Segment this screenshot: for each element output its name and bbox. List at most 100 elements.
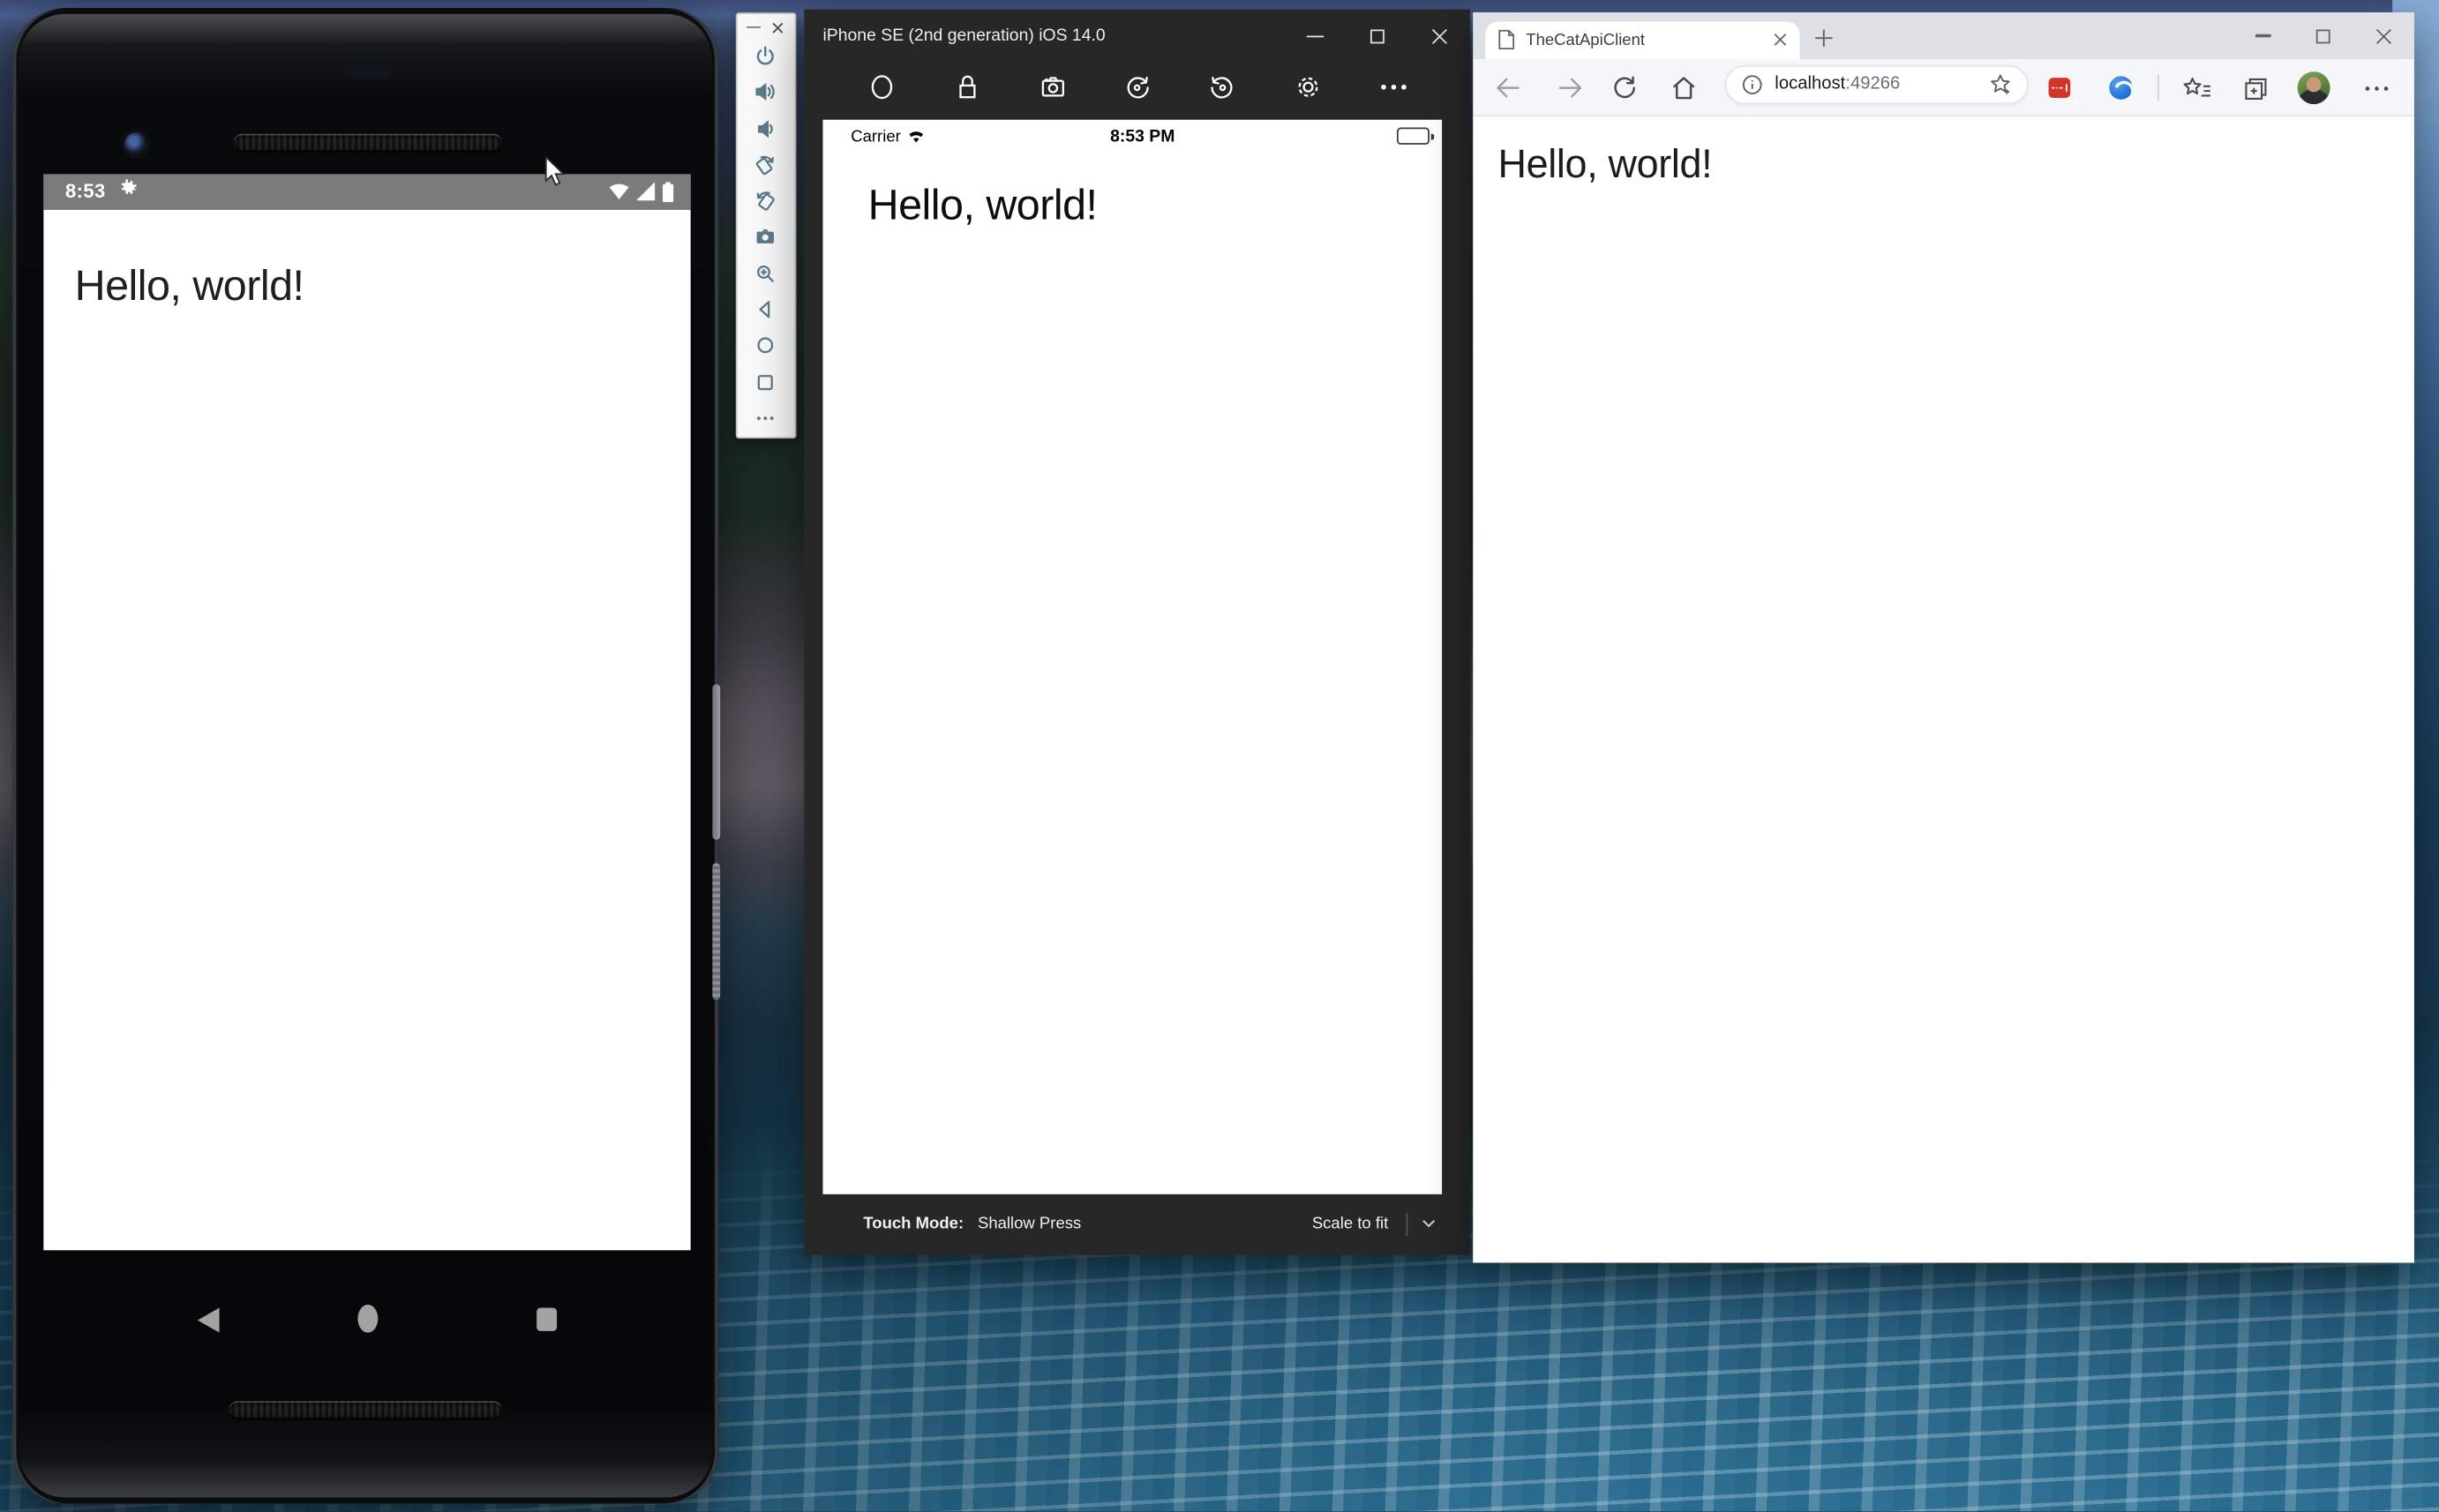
simulator-bottom-bar: Touch Mode: Shallow Press Scale to fit — [804, 1194, 1469, 1254]
screenshot-camera-icon[interactable] — [1035, 70, 1069, 104]
new-tab-button[interactable] — [1807, 22, 1838, 53]
power-icon[interactable] — [754, 45, 777, 67]
ios-clock: 8:53 PM — [1110, 127, 1174, 146]
browser-hello-text: Hello, world! — [1498, 143, 2414, 188]
emulator-close-button[interactable] — [771, 21, 784, 34]
carrier-label: Carrier — [851, 127, 901, 146]
phone-volume-button — [712, 685, 720, 840]
plus-icon — [1812, 27, 1833, 48]
more-icon — [2364, 85, 2389, 91]
page-icon — [1498, 30, 1515, 50]
collections-button[interactable] — [2235, 59, 2276, 116]
lock-icon[interactable] — [950, 70, 985, 104]
rotate-left-icon[interactable] — [1121, 70, 1155, 104]
ios-status-bar: Carrier 8:53 PM — [823, 119, 1443, 146]
settings-more-button[interactable] — [2357, 59, 2398, 116]
browser-minimize-button[interactable] — [2233, 12, 2293, 59]
info-icon[interactable] — [1742, 74, 1762, 94]
desktop: 8:53 Hello, world! — [0, 0, 2439, 1511]
phone-bottom-speaker-grille — [229, 1401, 502, 1419]
browser-toolbar: localhost:49266 1 — [1473, 59, 2413, 116]
android-overview-button[interactable] — [537, 1307, 557, 1330]
android-clock: 8:53 — [65, 181, 106, 203]
more-icon[interactable] — [754, 408, 777, 430]
edge-browser-window: TheCatApiClient — [1473, 12, 2413, 1262]
blue-circle-extension-button[interactable] — [2100, 59, 2141, 116]
refresh-button[interactable] — [1602, 59, 1646, 116]
rotate-right-icon[interactable] — [1205, 70, 1240, 104]
favorites-hub-icon — [2181, 75, 2210, 100]
battery-icon — [1396, 128, 1429, 145]
tab-title: TheCatApiClient — [1526, 31, 1773, 49]
phone-speaker-grille — [233, 134, 502, 153]
blue-circle-extension-icon — [2108, 76, 2131, 99]
refresh-icon — [1610, 75, 1637, 101]
ios-hello-text: Hello, world! — [868, 180, 1442, 229]
favorites-button[interactable] — [2176, 59, 2217, 116]
url-host: localhost — [1775, 75, 1845, 94]
forward-button[interactable] — [1548, 59, 1591, 116]
screenshot-camera-icon[interactable] — [754, 226, 777, 248]
back-arrow-icon — [1494, 75, 1520, 101]
scale-to-fit-label: Scale to fit — [1312, 1215, 1388, 1233]
ios-screen: Carrier 8:53 PM Hello, world! — [823, 119, 1443, 1194]
tab-close-icon[interactable] — [1774, 33, 1788, 47]
profile-button[interactable] — [2293, 59, 2333, 116]
password-manager-extension-button[interactable]: 1 — [2039, 59, 2080, 116]
android-status-bar: 8:53 — [43, 174, 690, 209]
volume-up-icon[interactable] — [754, 81, 777, 103]
home-icon[interactable] — [865, 70, 899, 104]
more-icon[interactable] — [1377, 70, 1411, 104]
touch-mode-value: Shallow Press — [978, 1215, 1081, 1233]
back-button[interactable] — [1485, 59, 1528, 116]
tab-thecatapiclient[interactable]: TheCatApiClient — [1485, 21, 1799, 59]
rotate-left-icon[interactable] — [754, 153, 777, 176]
chevron-down-icon — [1421, 1219, 1435, 1229]
home-icon[interactable] — [754, 335, 777, 357]
url-port: :49266 — [1845, 75, 1900, 94]
phone-power-button — [712, 863, 720, 999]
android-hello-text: Hello, world! — [75, 260, 691, 310]
simulator-close-button[interactable] — [1420, 23, 1457, 48]
emulator-minimize-button[interactable] — [747, 26, 761, 29]
touch-mode-label: Touch Mode: — [863, 1215, 964, 1233]
android-nav-bar — [43, 1299, 690, 1361]
android-status-icons — [608, 182, 673, 202]
browser-maximize-button[interactable] — [2293, 12, 2353, 59]
emulator-toolbar — [735, 12, 796, 438]
android-emulator-phone: 8:53 Hello, world! — [12, 8, 718, 1504]
wifi-icon — [608, 183, 630, 201]
settings-gear-icon[interactable] — [1291, 70, 1325, 104]
simulator-minimize-button[interactable] — [1295, 23, 1332, 48]
android-home-button[interactable] — [357, 1305, 378, 1333]
back-icon[interactable] — [754, 299, 777, 321]
simulator-maximize-button[interactable] — [1358, 23, 1395, 48]
browser-close-button[interactable] — [2353, 12, 2414, 59]
wifi-icon — [907, 129, 926, 143]
address-bar[interactable]: localhost:49266 — [1725, 64, 2029, 103]
toolbar-divider — [2158, 75, 2159, 101]
profile-avatar — [2297, 71, 2330, 104]
tab-strip: TheCatApiClient — [1473, 12, 2413, 59]
star-add-icon[interactable] — [1990, 72, 2013, 95]
volume-down-icon[interactable] — [754, 117, 777, 139]
forward-arrow-icon — [1557, 75, 1583, 101]
browser-page-content: Hello, world! — [1473, 116, 2413, 1262]
scale-to-fit-dropdown[interactable]: Scale to fit — [1312, 1212, 1435, 1235]
phone-antenna-notch — [344, 61, 394, 79]
cell-signal-icon — [636, 183, 657, 201]
collections-icon — [2242, 75, 2269, 100]
mouse-cursor — [544, 155, 567, 188]
extension-badge: 1 — [2073, 101, 2076, 105]
android-back-button[interactable] — [198, 1307, 220, 1332]
home-button[interactable] — [1662, 59, 1705, 116]
home-icon — [1670, 75, 1696, 101]
url-text[interactable]: localhost:49266 — [1775, 75, 1900, 94]
overview-icon[interactable] — [754, 371, 777, 393]
battery-icon — [663, 182, 673, 202]
zoom-icon[interactable] — [754, 263, 777, 285]
settings-gear-icon — [119, 177, 138, 206]
android-screen: 8:53 Hello, world! — [43, 174, 690, 1250]
rotate-right-icon[interactable] — [754, 190, 777, 212]
simulator-window-title: iPhone SE (2nd generation) iOS 14.0 — [823, 26, 1106, 45]
